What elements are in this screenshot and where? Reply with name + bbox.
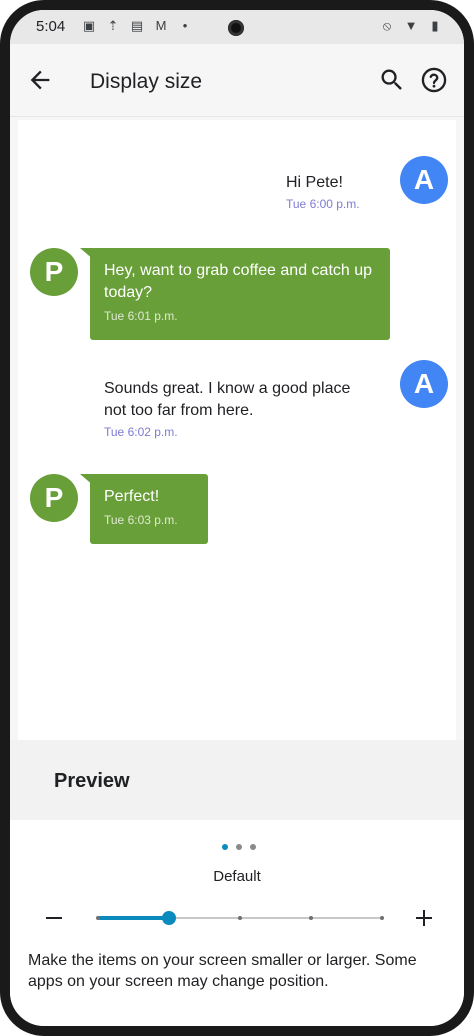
status-left-icons: ▣ ⇡ ▤ M •	[82, 18, 192, 34]
message-time: Tue 6:01 p.m.	[104, 309, 178, 323]
page-dot	[250, 844, 256, 850]
avatar-letter: P	[44, 256, 64, 287]
slider-thumb[interactable]	[162, 911, 176, 925]
size-description: Make the items on your screen smaller or…	[28, 952, 417, 990]
battery-icon: ▮	[431, 18, 439, 33]
sim-icon: ▤	[130, 18, 144, 33]
avatar-a: A	[400, 156, 448, 204]
page-dot-active	[222, 844, 228, 850]
increase-size-button[interactable]	[412, 906, 436, 930]
avatar-letter: A	[413, 164, 435, 195]
back-button[interactable]	[26, 66, 54, 94]
message-time: Tue 6:00 p.m.	[286, 197, 360, 211]
message-text: Hi Pete!	[286, 174, 343, 191]
avatar-a: A	[400, 360, 448, 408]
screenshot-icon: ▣	[82, 18, 96, 33]
minus-icon	[46, 917, 62, 919]
size-label: Default	[213, 868, 261, 885]
plus-icon	[416, 910, 432, 926]
status-right-icons: ⦸ ▼ ▮	[380, 18, 442, 34]
page-indicator	[222, 844, 256, 850]
message-text: Sounds great. I know a good place not to…	[104, 380, 351, 419]
notifications-off-icon: ⦸	[382, 18, 392, 33]
upload-icon: ⇡	[107, 18, 119, 33]
search-icon	[381, 69, 402, 90]
avatar-letter: P	[44, 482, 64, 513]
message-outgoing-2: Sounds great. I know a good place not to…	[104, 378, 354, 440]
page-dot	[236, 844, 242, 850]
message-incoming-1: Hey, want to grab coffee and catch up to…	[90, 248, 390, 340]
preview-title: Preview	[54, 770, 130, 792]
message-text: Perfect!	[104, 488, 160, 505]
message-incoming-2: Perfect! Tue 6:03 p.m.	[90, 474, 208, 544]
slider-track-fill	[98, 916, 169, 920]
avatar-letter: A	[413, 368, 435, 399]
slider-tick	[238, 916, 242, 920]
message-time: Tue 6:03 p.m.	[104, 513, 178, 527]
slider-tick	[96, 916, 100, 920]
status-bar: 5:04 ▣ ⇡ ▤ M • ⦸ ▼ ▮	[10, 10, 464, 44]
wifi-icon: ▼	[404, 18, 418, 33]
arrow-back-icon	[30, 70, 50, 90]
gmail-icon: M	[155, 18, 167, 33]
help-button[interactable]	[420, 66, 448, 94]
status-time: 5:04	[36, 18, 66, 35]
avatar-p: P	[30, 474, 78, 522]
avatar-p: P	[30, 248, 78, 296]
decrease-size-button[interactable]	[42, 906, 66, 930]
camera-cutout	[228, 20, 244, 36]
message-outgoing-1: Hi Pete! Tue 6:00 p.m.	[286, 172, 396, 212]
display-size-slider[interactable]	[96, 911, 384, 925]
dot-icon: •	[182, 18, 188, 33]
display-size-controls: Default Make the items on your screen sm…	[10, 820, 464, 1032]
slider-tick	[309, 916, 313, 920]
app-bar: Display size	[10, 44, 464, 117]
conversation-preview: Hi Pete! Tue 6:00 p.m. A P Hey, want to …	[18, 120, 456, 748]
preview-section-header: Preview	[10, 740, 464, 820]
message-time: Tue 6:02 p.m.	[104, 425, 178, 439]
search-button[interactable]	[378, 66, 406, 94]
home-indicator[interactable]	[160, 1028, 310, 1032]
slider-tick	[380, 916, 384, 920]
help-icon	[421, 67, 447, 93]
page-title: Display size	[90, 70, 203, 93]
message-text: Hey, want to grab coffee and catch up to…	[104, 262, 373, 301]
phone-frame: 5:04 ▣ ⇡ ▤ M • ⦸ ▼ ▮ Display size Hi Pet…	[0, 0, 474, 1036]
